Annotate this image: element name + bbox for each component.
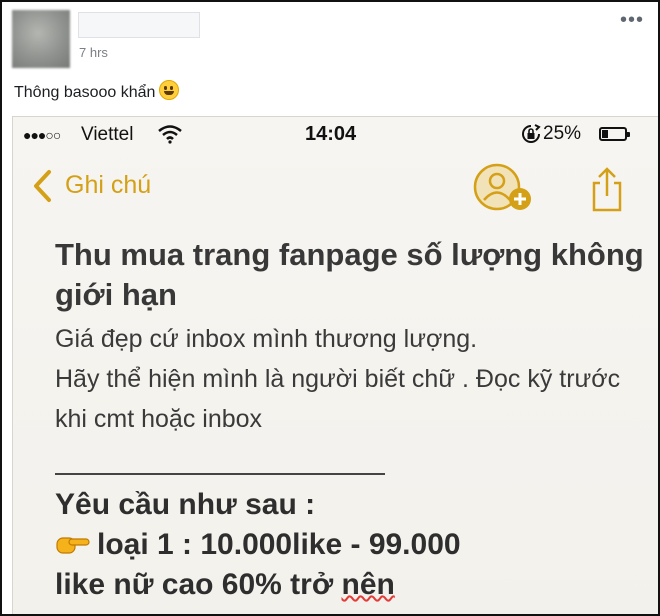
pointing-hand-icon xyxy=(56,537,90,554)
carrier-name: Viettel xyxy=(81,124,134,145)
requirement-item-1: loại 1 : 10.000like - 99.000 xyxy=(55,525,645,565)
wifi-icon xyxy=(158,125,182,144)
post-text-content: Thông basooo khẩn xyxy=(14,84,156,101)
ellipsis-icon[interactable]: ••• xyxy=(620,10,644,30)
post-card: 7 hrs ••• Thông basooo khẩn ●●●○○ Viette… xyxy=(0,0,660,616)
requirement-item-1-text: loại 1 : 10.000like - 99.000 xyxy=(97,528,461,561)
note-line-2: Hãy thể hiện mình là người biết chữ . Đọ… xyxy=(55,365,621,433)
phone-status-bar: ●●●○○ Viettel 14:04 25% xyxy=(13,117,658,153)
note-content[interactable]: Thu mua trang fanpage số lượng không giớ… xyxy=(55,235,645,605)
note-title: Thu mua trang fanpage số lượng không giớ… xyxy=(55,237,644,312)
back-button[interactable]: Ghi chú xyxy=(65,171,151,200)
post-timestamp[interactable]: 7 hrs xyxy=(79,45,108,60)
chevron-left-icon[interactable] xyxy=(31,169,55,203)
post-text: Thông basooo khẩn xyxy=(14,80,180,102)
notes-nav-bar: Ghi chú xyxy=(13,157,658,227)
avatar[interactable] xyxy=(12,10,70,68)
requirement-item-2: like nữ cao 60% trở nên xyxy=(55,565,645,605)
misspelled-word: nên xyxy=(341,568,395,601)
requirement-item-2-text: like nữ cao 60% trở xyxy=(55,568,342,601)
rotation-lock-icon xyxy=(522,124,541,143)
battery-percent: 25% xyxy=(543,123,582,144)
attached-screenshot[interactable]: ●●●○○ Viettel 14:04 25% Ghi chú Thu mua … xyxy=(12,116,658,614)
battery-icon xyxy=(599,127,630,141)
post-header: 7 hrs ••• xyxy=(2,2,658,72)
note-divider xyxy=(55,473,385,475)
requirements-heading: Yêu cầu như sau : xyxy=(55,488,316,521)
status-time: 14:04 xyxy=(305,123,357,145)
author-name-redacted[interactable] xyxy=(78,12,200,38)
grinning-face-icon xyxy=(159,80,180,100)
battery-level xyxy=(602,130,608,138)
note-line-1: Giá đẹp cứ inbox mình thương lượng. xyxy=(55,325,478,353)
signal-strength: ●●●○○ xyxy=(23,127,61,143)
share-icon[interactable] xyxy=(589,165,625,213)
add-person-icon[interactable] xyxy=(471,163,535,215)
